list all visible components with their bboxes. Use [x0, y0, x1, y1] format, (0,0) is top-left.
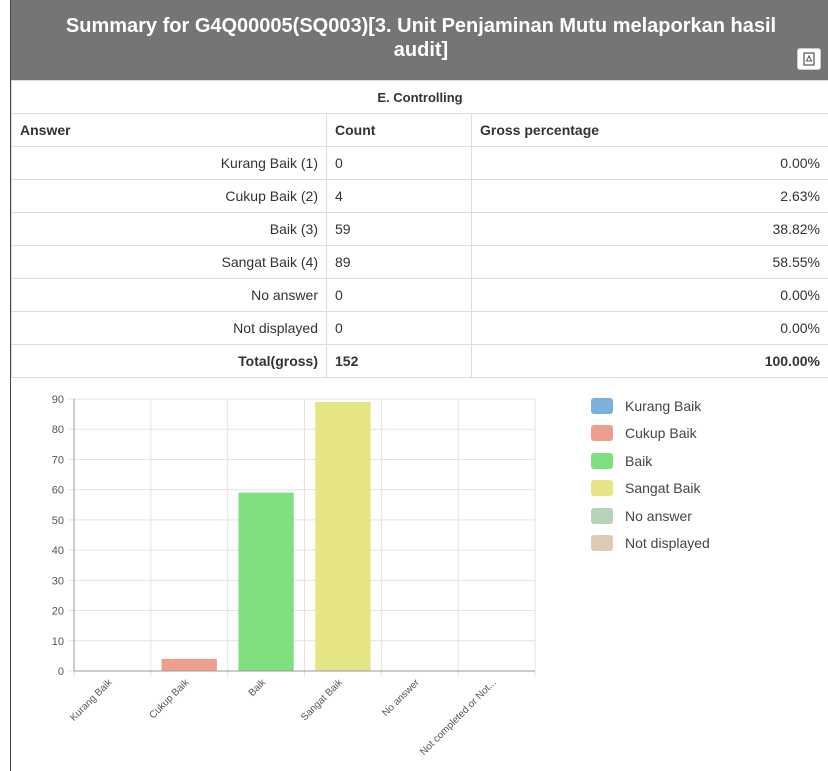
answer-cell: Kurang Baik (1) — [11, 146, 327, 180]
legend-item[interactable]: Not displayed — [591, 530, 710, 558]
y-tick-label: 50 — [52, 515, 64, 527]
legend-swatch — [591, 480, 613, 497]
legend-swatch — [591, 507, 613, 524]
bar — [315, 402, 371, 671]
legend-label: Cukup Baik — [625, 425, 697, 442]
y-tick-label: 60 — [52, 485, 64, 497]
y-tick-label: 80 — [52, 424, 64, 436]
table-row: No answer 0 0.00% — [11, 278, 828, 312]
table-row: Sangat Baik (4) 89 58.55% — [11, 245, 828, 279]
legend-swatch — [591, 397, 613, 414]
percentage-cell: 38.82% — [471, 212, 828, 246]
table-header-row: Answer Count Gross percentage — [11, 113, 828, 147]
count-cell: 59 — [326, 212, 472, 246]
y-tick-label: 90 — [52, 394, 64, 406]
legend-item[interactable]: Kurang Baik — [591, 392, 710, 420]
percentage-cell: 0.00% — [471, 311, 828, 345]
legend-label: No answer — [625, 507, 692, 524]
x-tick-label: Cukup Baik — [147, 677, 192, 722]
column-header-percentage: Gross percentage — [471, 113, 828, 147]
legend-item[interactable]: Sangat Baik — [591, 475, 710, 503]
legend-swatch — [591, 535, 613, 552]
column-header-answer: Answer — [11, 113, 327, 147]
x-tick-label: Not completed or Not... — [418, 677, 498, 757]
column-header-count: Count — [326, 113, 472, 147]
bar — [238, 492, 294, 671]
count-cell: 89 — [326, 245, 472, 279]
count-cell: 4 — [326, 179, 472, 213]
total-row: Total(gross) 152 100.00% — [11, 344, 828, 378]
y-tick-label: 30 — [52, 575, 64, 587]
percentage-cell: 0.00% — [471, 146, 828, 180]
summary-panel: Summary for G4Q00005(SQ003)[3. Unit Penj… — [10, 0, 828, 771]
pdf-export-icon — [803, 52, 815, 66]
legend-label: Kurang Baik — [625, 397, 702, 414]
table-row: Baik (3) 59 38.82% — [11, 212, 828, 246]
section-title: E. Controlling — [11, 80, 828, 114]
x-tick-label: Baik — [247, 677, 269, 699]
x-tick-label: Kurang Baik — [68, 677, 115, 724]
percentage-cell: 2.63% — [471, 179, 828, 213]
count-cell: 0 — [326, 311, 472, 345]
percentage-cell: 58.55% — [471, 245, 828, 279]
summary-title: Summary for G4Q00005(SQ003)[3. Unit Penj… — [65, 15, 777, 61]
table-row: Not displayed 0 0.00% — [11, 311, 828, 345]
total-percentage: 100.00% — [471, 344, 828, 378]
legend-item[interactable]: Cukup Baik — [591, 420, 710, 448]
table-row: Kurang Baik (1) 0 0.00% — [11, 146, 828, 180]
answer-cell: Cukup Baik (2) — [11, 179, 327, 213]
y-tick-label: 20 — [52, 606, 64, 618]
chart-legend: Kurang Baik Cukup Baik Baik Sangat Baik No a… — [591, 392, 710, 557]
y-tick-label: 40 — [52, 545, 64, 557]
legend-label: Baik — [625, 452, 653, 469]
bar — [161, 658, 217, 671]
answer-cell: Not displayed — [11, 311, 327, 345]
legend-label: Not displayed — [625, 535, 710, 552]
y-tick-label: 0 — [58, 666, 64, 678]
x-tick-label: Sangat Baik — [299, 677, 346, 724]
percentage-cell: 0.00% — [471, 278, 828, 312]
count-cell: 0 — [326, 278, 472, 312]
pdf-export-button[interactable] — [797, 48, 821, 70]
x-tick-label: No answer — [380, 677, 422, 719]
answer-cell: Baik (3) — [11, 212, 327, 246]
total-label: Total(gross) — [11, 344, 327, 378]
y-tick-label: 10 — [52, 636, 64, 648]
table-row: Cukup Baik (2) 4 2.63% — [11, 179, 828, 213]
legend-item[interactable]: Baik — [591, 447, 710, 475]
total-count: 152 — [326, 344, 472, 378]
y-tick-label: 70 — [52, 454, 64, 466]
summary-table: E. Controlling Answer Count Gross percen… — [11, 80, 828, 378]
answer-cell: Sangat Baik (4) — [11, 245, 327, 279]
summary-header: Summary for G4Q00005(SQ003)[3. Unit Penj… — [11, 0, 828, 80]
legend-item[interactable]: No answer — [591, 502, 710, 530]
legend-swatch — [591, 425, 613, 442]
legend-swatch — [591, 452, 613, 469]
count-cell: 0 — [326, 146, 472, 180]
legend-label: Sangat Baik — [625, 480, 701, 497]
answer-cell: No answer — [11, 278, 327, 312]
